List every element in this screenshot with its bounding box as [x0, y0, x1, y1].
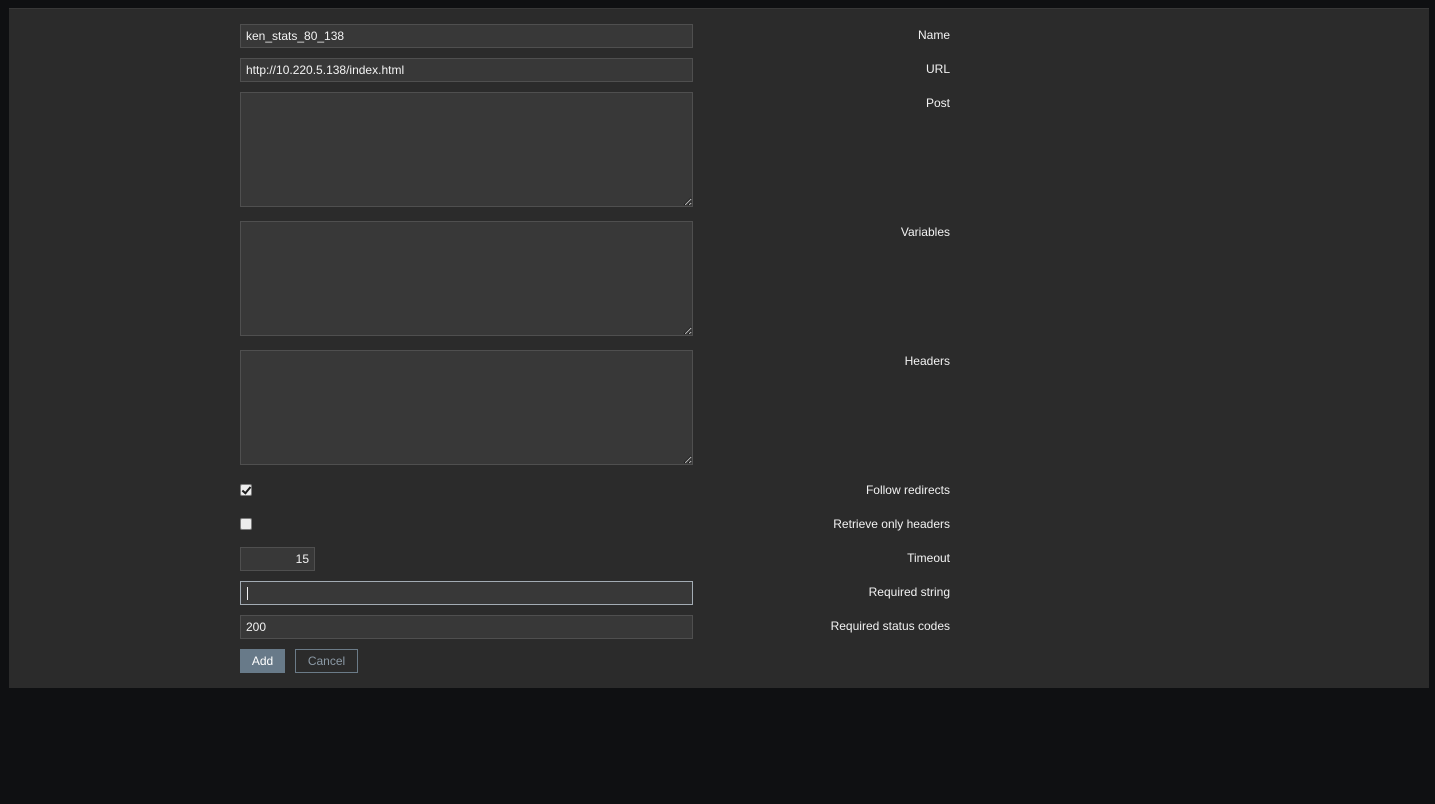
- follow-redirects-checkbox[interactable]: [240, 484, 252, 496]
- required-string-input[interactable]: [240, 581, 693, 605]
- timeout-input[interactable]: [240, 547, 315, 571]
- headers-label: Headers: [904, 354, 950, 368]
- post-label: Post: [925, 96, 950, 110]
- variables-textarea[interactable]: [240, 221, 693, 336]
- name-input[interactable]: [240, 24, 693, 48]
- required-string-label: Required string: [868, 585, 950, 599]
- http-step-form: Name URL Post Variables Headers Follow r…: [9, 8, 1429, 688]
- url-label: URL: [925, 62, 950, 76]
- retrieve-only-headers-label: Retrieve only headers: [833, 517, 950, 531]
- text-caret: [247, 587, 248, 600]
- headers-textarea[interactable]: [240, 350, 693, 465]
- retrieve-only-headers-checkbox[interactable]: [240, 518, 252, 530]
- required-status-codes-label: Required status codes: [830, 619, 950, 633]
- name-label: Name: [917, 28, 950, 42]
- add-button[interactable]: Add: [240, 649, 285, 673]
- timeout-label: Timeout: [907, 551, 950, 565]
- url-input[interactable]: [240, 58, 693, 82]
- follow-redirects-label: Follow redirects: [865, 483, 950, 497]
- variables-label: Variables: [900, 225, 950, 239]
- required-status-codes-input[interactable]: [240, 615, 693, 639]
- post-textarea[interactable]: [240, 92, 693, 207]
- cancel-button[interactable]: Cancel: [295, 649, 358, 673]
